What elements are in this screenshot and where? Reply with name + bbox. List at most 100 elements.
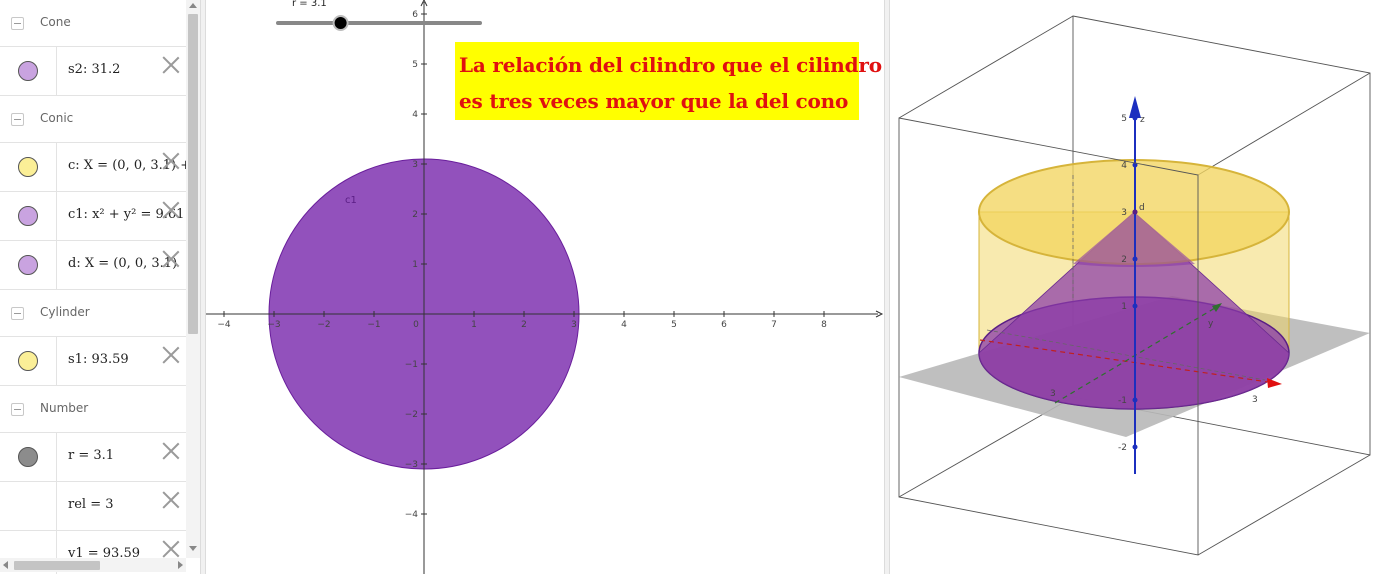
y-tick-label: −1 [405, 360, 418, 370]
visibility-toggle-icon[interactable] [18, 61, 38, 81]
marble-cell [0, 482, 57, 530]
marble-cell [0, 143, 57, 191]
algebra-item[interactable]: c: X = (0, 0, 3.1) + [0, 143, 191, 192]
graphics-3d-canvas[interactable]: z 5 4 3 2 1 -1 -2 d 3 3 y [890, 0, 1382, 574]
text-line: es tres veces mayor que la del cono [459, 89, 849, 113]
z-tick-label: 5 [1121, 114, 1127, 124]
collapse-icon[interactable] [11, 113, 24, 126]
z-tick-label: 4 [1121, 161, 1127, 171]
category-label: Number [40, 401, 89, 415]
delete-icon[interactable] [161, 55, 181, 75]
x-tick-label: 3 [571, 320, 577, 330]
x-tick-label: −3 [267, 320, 280, 330]
collapse-icon[interactable] [11, 17, 24, 30]
delete-icon[interactable] [161, 345, 181, 365]
text-box[interactable]: La relación del cilindro que el cilindro… [455, 42, 882, 120]
marble-cell [0, 241, 57, 289]
category-label: Conic [40, 111, 74, 125]
category-label: Cylinder [40, 305, 90, 319]
delete-icon[interactable] [161, 539, 181, 559]
z-tick-label: -2 [1118, 443, 1127, 453]
scroll-up-icon[interactable] [189, 3, 197, 8]
delete-icon[interactable] [161, 151, 181, 171]
y-tick-label: −3 [405, 460, 418, 470]
marble-cell [0, 337, 57, 385]
algebra-item[interactable]: c1: x² + y² = 9.61 [0, 192, 186, 241]
marble-cell [0, 433, 57, 481]
visibility-toggle-icon[interactable] [18, 157, 38, 177]
vertical-scrollbar-thumb[interactable] [188, 14, 198, 334]
algebra-item[interactable]: s2: 31.2 [0, 47, 186, 96]
marble-cell [0, 47, 57, 95]
graphics-3d-view[interactable]: z 5 4 3 2 1 -1 -2 d 3 3 y [890, 0, 1382, 574]
x-tick-label: 8 [821, 320, 827, 330]
delete-icon[interactable] [161, 249, 181, 269]
y-tick-label: 1 [412, 260, 418, 270]
delete-icon[interactable] [161, 441, 181, 461]
x-tick-label: 5 [671, 320, 677, 330]
y-tick-label: 6 [412, 10, 418, 20]
category-number: Number [0, 386, 186, 433]
visibility-toggle-icon[interactable] [18, 206, 38, 226]
slider-knob[interactable] [334, 17, 347, 29]
algebra-item[interactable]: d: X = (0, 0, 3.1) [0, 241, 186, 290]
y-tick-label: 3 [1050, 389, 1056, 399]
visibility-toggle-icon[interactable] [18, 447, 38, 467]
algebra-item[interactable]: r = 3.1 [0, 433, 186, 482]
algebra-view: Cone s2: 31.2 Conic c: X = (0, 0, 3.1) + c1:… [0, 0, 200, 574]
algebra-item[interactable]: rel = 3 [0, 482, 186, 531]
delete-icon[interactable] [161, 200, 181, 220]
z-tick-mark [1132, 397, 1138, 403]
z-tick-label: 2 [1121, 255, 1127, 265]
x-tick-label: −2 [317, 320, 330, 330]
y-tick-label: 5 [412, 60, 418, 70]
algebra-item-text[interactable]: s2: 31.2 [68, 62, 120, 77]
x-tick-label: 2 [521, 320, 527, 330]
scroll-right-icon[interactable] [178, 561, 183, 569]
z-tick-mark [1132, 303, 1138, 309]
z-axis-label: z [1140, 115, 1145, 125]
category-cylinder: Cylinder [0, 290, 186, 337]
x-tick-label: 1 [471, 320, 477, 330]
algebra-item-text[interactable]: r = 3.1 [68, 448, 114, 463]
y-tick-label: 3 [412, 160, 418, 170]
z-tick-label: 1 [1121, 302, 1127, 312]
delete-icon[interactable] [161, 490, 181, 510]
z-tick-label: 3 [1121, 208, 1127, 218]
collapse-icon[interactable] [11, 307, 24, 320]
visibility-toggle-icon[interactable] [18, 255, 38, 275]
x-axis-arrow-icon [1267, 378, 1282, 388]
collapse-icon[interactable] [11, 403, 24, 416]
circle-label: c1 [345, 195, 357, 206]
graphics-view[interactable]: −4 −3 −2 −1 0 1 2 3 4 5 6 7 8 6 5 4 3 2 1 −1 −2 −3 −4 c1 r = 3.… [206, 0, 884, 574]
y-tick-label: −2 [405, 410, 418, 420]
marble-cell [0, 192, 57, 240]
z-tick-mark [1132, 256, 1138, 262]
category-label: Cone [40, 15, 71, 29]
x-tick-label: 6 [721, 320, 727, 330]
slider-label: r = 3.1 [292, 0, 327, 9]
scroll-left-icon[interactable] [3, 561, 8, 569]
algebra-item[interactable]: s1: 93.59 [0, 337, 186, 386]
z-tick-mark [1132, 115, 1138, 121]
algebra-item-text[interactable]: s1: 93.59 [68, 352, 129, 367]
text-line: La relación del cilindro que el cilindro [459, 53, 882, 77]
x-tick-label: 4 [621, 320, 627, 330]
y-tick-label: −4 [405, 510, 419, 520]
x-tick-label: −1 [367, 320, 380, 330]
y-tick-label: 4 [412, 110, 418, 120]
x-tick-label: 0 [413, 320, 419, 330]
category-conic: Conic [0, 96, 186, 143]
algebra-list: Cone s2: 31.2 Conic c: X = (0, 0, 3.1) + c1:… [0, 0, 191, 574]
x-tick-label: −4 [217, 320, 231, 330]
category-cone: Cone [0, 0, 186, 47]
y-tick-label: 2 [412, 210, 418, 220]
z-tick-label: -1 [1118, 396, 1127, 406]
algebra-item-text[interactable]: rel = 3 [68, 497, 114, 512]
y-axis-label: y [1208, 319, 1214, 329]
scroll-down-icon[interactable] [189, 546, 197, 551]
horizontal-scrollbar-thumb[interactable] [14, 561, 100, 570]
point-d[interactable] [1132, 209, 1138, 215]
x-tick-label: 7 [771, 320, 777, 330]
visibility-toggle-icon[interactable] [18, 351, 38, 371]
